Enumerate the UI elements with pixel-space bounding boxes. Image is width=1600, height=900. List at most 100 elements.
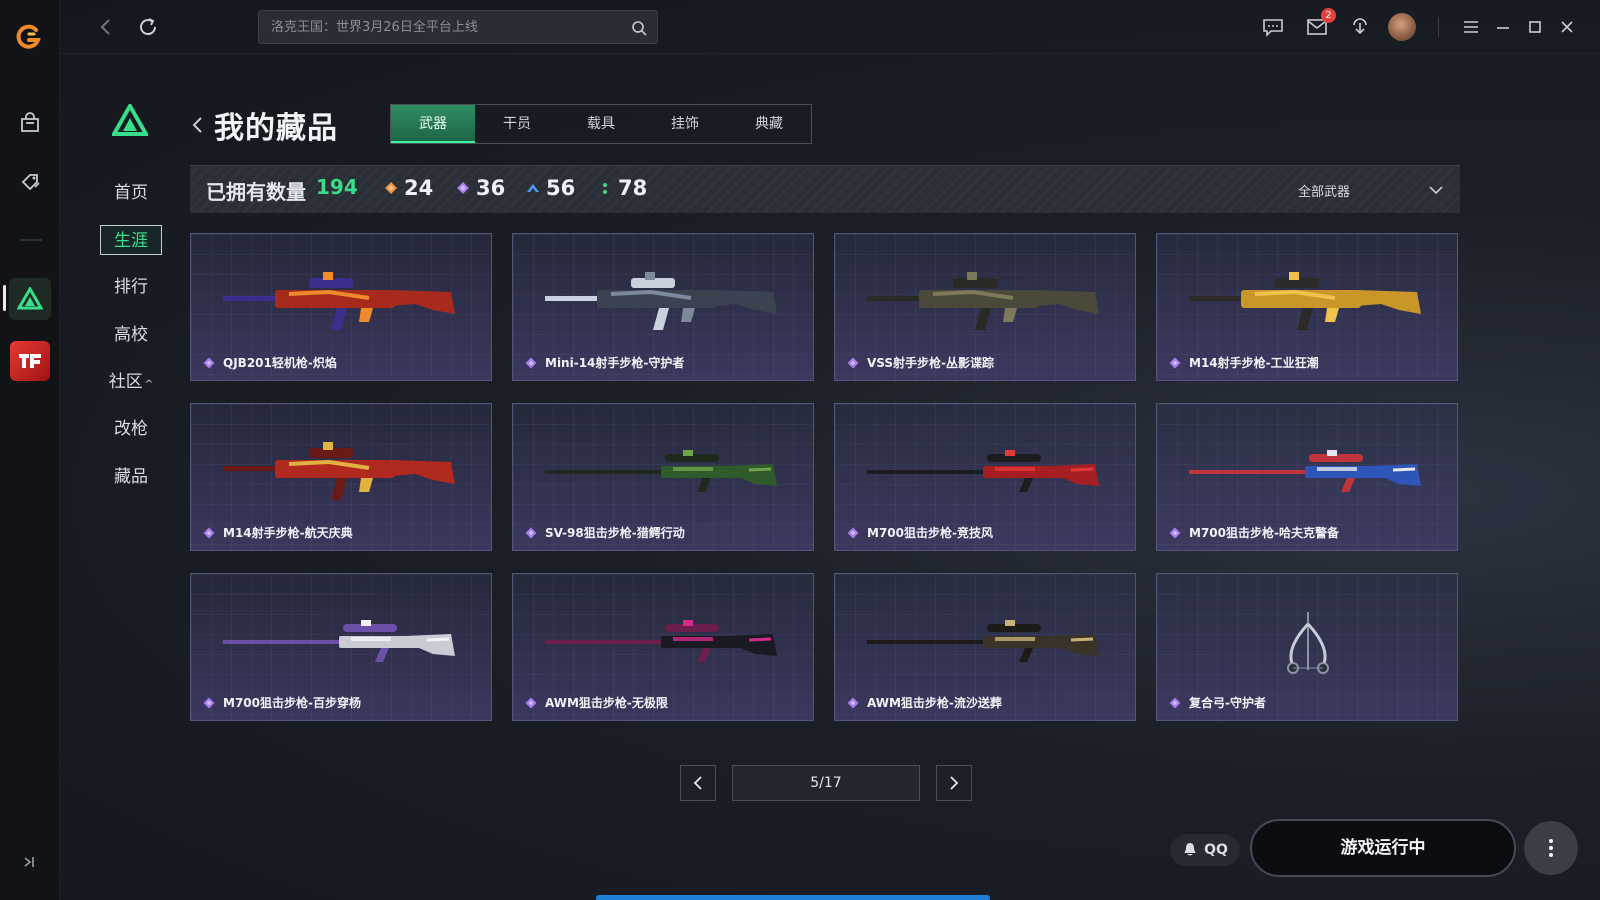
item-label: M700狙击步枪-竞技风 [847, 524, 993, 541]
item-name: M700狙击步枪-百步穿杨 [223, 696, 361, 710]
green-dots-icon [603, 183, 607, 194]
collection-item-card[interactable]: M14射手步枪-航天庆典 [190, 403, 492, 551]
sniper-icon [1189, 450, 1421, 492]
back-arrow-icon[interactable] [94, 15, 118, 39]
delta-force-logo-icon [112, 104, 148, 136]
purple-diamond-icon [525, 697, 537, 708]
collection-item-card[interactable]: 复合弓-守护者 [1156, 573, 1458, 721]
chevron-left-icon [693, 776, 702, 790]
orange-diamond-icon [385, 182, 397, 194]
chevron-up-icon: ^ [144, 379, 154, 390]
tab-operators[interactable]: 干员 [475, 105, 559, 143]
subnav-item-gunsmith[interactable]: 改枪 [100, 414, 162, 444]
search-icon[interactable] [631, 20, 647, 36]
tab-weapons[interactable]: 武器 [391, 105, 475, 143]
purple-diamond-icon [203, 357, 215, 368]
collection-item-card[interactable]: M700狙击步枪-百步穿杨 [190, 573, 492, 721]
rail-active-indicator [3, 285, 6, 311]
close-icon[interactable] [1554, 14, 1580, 40]
qq-login-button[interactable]: QQ [1170, 834, 1240, 866]
ownership-stats-bar: 已拥有数量 194 24 36 56 78 全部武器 [190, 165, 1460, 213]
mail-icon[interactable]: 2 [1304, 8, 1336, 40]
owned-count-label: 已拥有数量 [206, 180, 306, 204]
item-name: Mini-14射手步枪-守护者 [545, 356, 685, 370]
tab-charms[interactable]: 挂饰 [643, 105, 727, 143]
purple-diamond-icon [203, 697, 215, 708]
collection-item-card[interactable]: M700狙击步枪-竞技风 [834, 403, 1136, 551]
game-running-button[interactable]: 游戏运行中 [1250, 819, 1516, 877]
collection-tabs: 武器 干员 载具 挂饰 典藏 [390, 104, 812, 144]
rarity-orange-count: 24 [384, 176, 433, 200]
item-label: Mini-14射手步枪-守护者 [525, 354, 684, 371]
purple-diamond-icon [847, 357, 859, 368]
item-label: AWM狙击步枪-无极限 [525, 694, 668, 711]
top-bar: 2 [60, 0, 1600, 54]
subnav-item-ranking[interactable]: 排行 [100, 272, 162, 302]
download-icon[interactable] [1347, 14, 1373, 40]
tab-vehicles[interactable]: 载具 [559, 105, 643, 143]
refresh-icon[interactable] [136, 15, 160, 39]
subnav-item-career[interactable]: 生涯 [100, 225, 162, 255]
page-header: 我的藏品 [190, 103, 338, 147]
item-name: M14射手步枪-工业狂潮 [1189, 356, 1319, 370]
purple-diamond-icon [525, 357, 537, 368]
item-label: M700狙击步枪-哈夫克警备 [1169, 524, 1339, 541]
purple-diamond-icon [1169, 527, 1181, 538]
item-name: M700狙击步枪-哈夫克警备 [1189, 526, 1339, 540]
maximize-icon[interactable] [1522, 14, 1548, 40]
search-box[interactable] [258, 10, 658, 44]
collection-item-card[interactable]: AWM狙击步枪-无极限 [512, 573, 814, 721]
minimize-icon[interactable] [1490, 14, 1516, 40]
more-vertical-icon [1549, 839, 1553, 857]
purple-diamond-icon [203, 527, 215, 538]
weapon-filter-dropdown[interactable]: 全部武器 [1294, 176, 1444, 204]
collection-item-card[interactable]: SV-98狙击步枪-猎鳄行动 [512, 403, 814, 551]
next-page-button[interactable] [936, 765, 972, 801]
rifle-icon [545, 272, 777, 330]
expand-sidebar-icon[interactable] [20, 852, 40, 872]
search-input[interactable] [259, 11, 657, 43]
subnav-item-college[interactable]: 高校 [100, 320, 162, 350]
item-label: AWM狙击步枪-流沙送葬 [847, 694, 1002, 711]
rifle-icon [223, 442, 455, 500]
download-progress-strip [596, 895, 990, 900]
item-name: M700狙击步枪-竞技风 [867, 526, 993, 540]
collection-item-card[interactable]: AWM狙击步枪-流沙送葬 [834, 573, 1136, 721]
more-options-button[interactable] [1524, 821, 1578, 875]
chevron-down-icon [1429, 186, 1443, 195]
back-chevron-icon[interactable] [190, 115, 206, 135]
qq-penguin-icon [1184, 843, 1196, 856]
crossfire-game-icon[interactable] [10, 341, 50, 381]
page-title: 我的藏品 [214, 111, 338, 146]
chevron-right-icon [950, 776, 959, 790]
app-rail [0, 0, 60, 900]
owned-count-value: 194 [316, 175, 358, 199]
user-avatar[interactable] [1388, 13, 1416, 41]
coupon-icon[interactable] [16, 168, 44, 196]
item-name: M14射手步枪-航天庆典 [223, 526, 353, 540]
tab-collectibles[interactable]: 典藏 [727, 105, 811, 143]
delta-force-game-icon[interactable] [9, 278, 51, 320]
item-label: M14射手步枪-航天庆典 [203, 524, 353, 541]
menu-icon[interactable] [1458, 14, 1484, 40]
collection-item-card[interactable]: VSS射手步枪-丛影谍踪 [834, 233, 1136, 381]
bow-icon [1287, 612, 1329, 674]
collection-item-card[interactable]: QJB201轻机枪-炽焰 [190, 233, 492, 381]
blue-chevron-icon [527, 184, 539, 192]
sniper-icon [223, 620, 455, 662]
item-label: M700狙击步枪-百步穿杨 [203, 694, 361, 711]
collection-item-card[interactable]: Mini-14射手步枪-守护者 [512, 233, 814, 381]
app-logo-icon[interactable] [14, 22, 44, 52]
store-icon[interactable] [16, 109, 44, 137]
item-name: AWM狙击步枪-流沙送葬 [867, 696, 1002, 710]
subnav-item-community[interactable]: 社区 ^ [100, 367, 162, 397]
subnav-item-home[interactable]: 首页 [100, 178, 162, 208]
sniper-icon [867, 450, 1099, 492]
subnav-item-collection[interactable]: 藏品 [100, 462, 162, 492]
mail-badge: 2 [1321, 8, 1336, 23]
prev-page-button[interactable] [680, 765, 716, 801]
item-label: SV-98狙击步枪-猎鳄行动 [525, 524, 685, 541]
collection-item-card[interactable]: M700狙击步枪-哈夫克警备 [1156, 403, 1458, 551]
collection-item-card[interactable]: M14射手步枪-工业狂潮 [1156, 233, 1458, 381]
chat-icon[interactable] [1260, 14, 1286, 40]
